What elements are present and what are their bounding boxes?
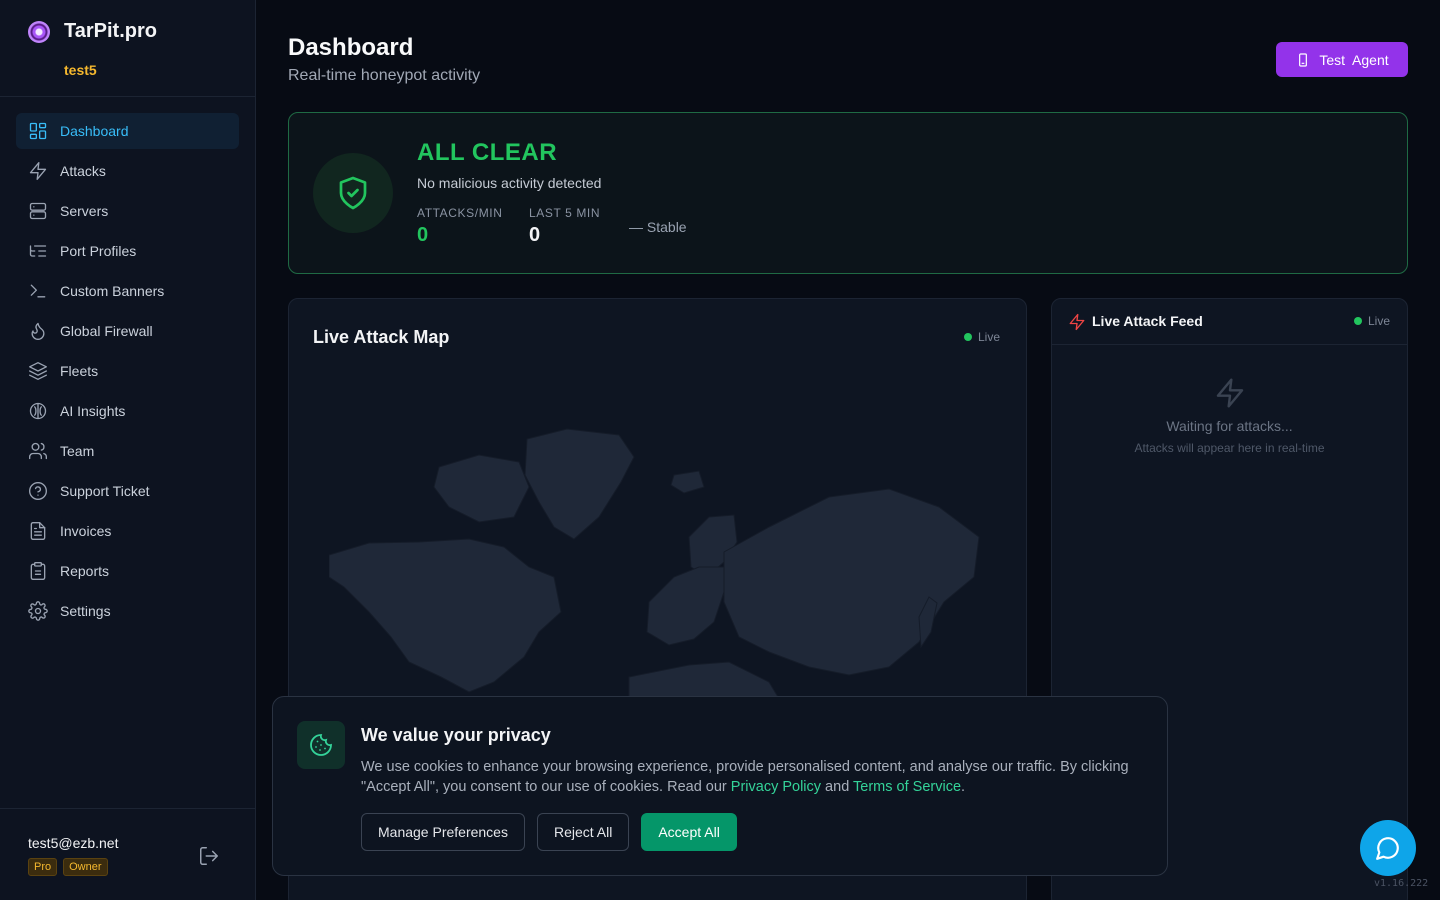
reject-all-button[interactable]: Reject All — [536, 813, 630, 851]
clipboard-icon — [28, 561, 48, 581]
cookie-actions: Manage Preferences Reject All Accept All — [361, 813, 737, 851]
list-tree-icon — [28, 241, 48, 261]
tarpit-logo-icon — [28, 21, 50, 43]
file-text-icon — [28, 521, 48, 541]
sidebar-item-label: Fleets — [60, 363, 99, 379]
sidebar-item-reports[interactable]: Reports — [16, 553, 239, 589]
sidebar-item-label: Settings — [60, 603, 111, 619]
sidebar-nav: Dashboard Attacks Servers Port Profiles … — [16, 113, 239, 633]
sidebar-item-label: Invoices — [60, 523, 112, 539]
help-circle-icon — [28, 481, 48, 501]
sidebar-item-label: AI Insights — [60, 403, 126, 419]
account-email: test5@ezb.net — [28, 835, 119, 851]
test-agent-button[interactable]: Test Agent — [1276, 42, 1408, 77]
sidebar-item-label: Servers — [60, 203, 109, 219]
sidebar-item-invoices[interactable]: Invoices — [16, 513, 239, 549]
status-description: No malicious activity detected — [417, 175, 602, 191]
live-label: Live — [1368, 314, 1391, 328]
sidebar-item-global-firewall[interactable]: Global Firewall — [16, 313, 239, 349]
flask-icon — [1299, 52, 1308, 67]
live-label: Live — [978, 330, 1001, 344]
brand: TarPit.pro test5 — [0, 0, 255, 97]
lightning-icon — [1214, 377, 1246, 409]
users-icon — [28, 441, 48, 461]
card-title: Live Attack Feed — [1092, 313, 1203, 329]
cookie-title: We value your privacy — [361, 725, 551, 745]
attacks-per-min-stat: ATTACKS/MIN 0 — [417, 206, 503, 247]
lightning-icon — [28, 161, 48, 181]
feed-empty-title: Waiting for attacks... — [1166, 418, 1293, 434]
sidebar-item-label: Port Profiles — [60, 243, 137, 259]
gear-icon — [28, 601, 48, 621]
shield-check-icon — [313, 153, 393, 233]
feed-empty-subtitle: Attacks will appear here in real-time — [1134, 441, 1325, 455]
role-badge: Owner — [63, 858, 108, 876]
live-dot — [964, 333, 972, 341]
sidebar-item-team[interactable]: Team — [16, 433, 239, 469]
sidebar: TarPit.pro test5 Dashboard Attacks Serve… — [0, 0, 256, 900]
chat-button[interactable] — [1360, 820, 1416, 876]
brand-username: test5 — [64, 62, 97, 78]
sidebar-item-ai-insights[interactable]: AI Insights — [16, 393, 239, 429]
sidebar-item-label: Team — [60, 443, 95, 459]
flame-icon — [28, 321, 48, 341]
feed-header: Live Attack Feed Live — [1052, 299, 1407, 345]
stat-value: 0 — [529, 224, 541, 246]
sidebar-item-label: Support Ticket — [60, 483, 150, 499]
accept-all-button[interactable]: Accept All — [641, 813, 737, 851]
manage-preferences-button[interactable]: Manage Preferences — [361, 813, 525, 851]
stat-label: LAST 5 MIN — [529, 206, 601, 220]
logout-button[interactable] — [198, 845, 220, 867]
sidebar-item-servers[interactable]: Servers — [16, 193, 239, 229]
status-title: ALL CLEAR — [417, 139, 558, 166]
account-footer: test5@ezb.net Pro Owner — [0, 808, 255, 900]
brand-name[interactable]: TarPit.pro — [64, 20, 157, 43]
last-5-min-stat: LAST 5 MIN 0 — [529, 206, 600, 247]
chat-bubble-icon — [1376, 837, 1399, 860]
sidebar-item-settings[interactable]: Settings — [16, 593, 239, 629]
privacy-policy-link[interactable]: Privacy Policy — [731, 779, 821, 795]
test-agent-label: Test Agent — [1319, 51, 1389, 68]
sidebar-item-support-ticket[interactable]: Support Ticket — [16, 473, 239, 509]
cookie-text: We use cookies to enhance your browsing … — [361, 757, 1141, 797]
sidebar-item-label: Reports — [60, 563, 110, 579]
brain-icon — [28, 401, 48, 421]
card-title: Live Attack Map — [313, 327, 450, 347]
live-indicator: Live — [964, 330, 1000, 344]
sidebar-item-label: Attacks — [60, 163, 106, 179]
page-subtitle: Real-time honeypot activity — [288, 67, 481, 84]
sidebar-item-label: Custom Banners — [60, 283, 165, 299]
cookie-text-period: . — [961, 779, 966, 795]
lightning-icon — [1068, 313, 1086, 331]
terms-of-service-link[interactable]: Terms of Service — [853, 779, 961, 795]
live-indicator: Live — [1354, 314, 1390, 328]
server-icon — [28, 201, 48, 221]
trend-indicator: — Stable — [629, 219, 687, 235]
stat-label: ATTACKS/MIN — [417, 206, 503, 220]
live-dot — [1354, 317, 1362, 325]
cookie-consent-banner: We value your privacy We use cookies to … — [272, 696, 1168, 876]
sidebar-item-label: Global Firewall — [60, 323, 153, 339]
sidebar-item-dashboard[interactable]: Dashboard — [16, 113, 239, 149]
plan-badge: Pro — [28, 858, 58, 876]
sidebar-item-label: Dashboard — [60, 123, 129, 139]
cookie-icon — [297, 721, 345, 769]
account-badges: Pro Owner — [28, 858, 108, 876]
terminal-icon — [28, 281, 48, 301]
stat-value: 0 — [417, 224, 429, 246]
cookie-text-and: and — [821, 779, 854, 795]
sidebar-item-custom-banners[interactable]: Custom Banners — [16, 273, 239, 309]
layers-icon — [28, 361, 48, 381]
logout-icon — [200, 847, 218, 865]
app-version: v1.16.222 — [1374, 878, 1429, 889]
sidebar-item-port-profiles[interactable]: Port Profiles — [16, 233, 239, 269]
sidebar-item-fleets[interactable]: Fleets — [16, 353, 239, 389]
threat-status-card: ALL CLEAR No malicious activity detected… — [288, 112, 1408, 274]
dashboard-grid-icon — [28, 121, 48, 141]
sidebar-item-attacks[interactable]: Attacks — [16, 153, 239, 189]
page-title: Dashboard — [288, 34, 414, 61]
